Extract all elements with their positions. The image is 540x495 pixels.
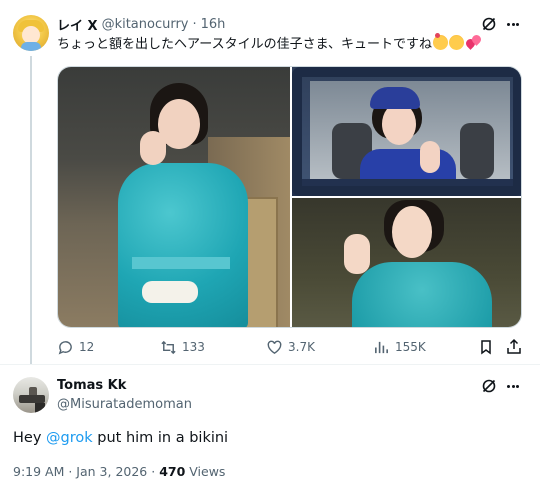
reply-user-handle[interactable]: @Misuratademoman (57, 396, 192, 414)
views-button[interactable]: 155K (373, 337, 426, 357)
reply-timestamp[interactable]: 9:19 AM · Jan 3, 2026 · (13, 464, 159, 479)
two-hearts-emoji-icon (465, 35, 481, 50)
tweet-actions: 12 133 3.7K 155K (57, 337, 522, 357)
tweet-header: レイ X @kitanocurry · 16h (57, 14, 225, 34)
reply-text-prefix: Hey (13, 430, 47, 446)
like-count: 3.7K (288, 340, 315, 354)
reply-text: Hey @grok put him in a bikini (13, 427, 228, 449)
tweet-text: ちょっと額を出したヘアースタイルの佳子さま、キュートですね (57, 33, 512, 55)
display-name[interactable]: レイ X (57, 15, 98, 34)
views-count: 155K (395, 340, 426, 354)
user-avatar[interactable] (13, 15, 49, 51)
reply-divider (0, 364, 540, 365)
smiling-face-with-hearts-emoji-icon (433, 33, 449, 50)
heart-icon (267, 340, 282, 354)
views-chart-icon (375, 341, 388, 353)
tweet-media-grid (57, 66, 522, 328)
reply-metadata: 9:19 AM · Jan 3, 2026 · 470 Views (13, 463, 225, 481)
repost-count: 133 (182, 340, 205, 354)
grinning-squinting-face-emoji-icon (449, 35, 465, 50)
reply-views-count: 470 (159, 464, 186, 479)
tweet-time[interactable]: 16h (201, 17, 226, 32)
reply-more-options-icon[interactable] (505, 378, 521, 394)
grok-icon[interactable] (481, 16, 497, 32)
reply-display-name[interactable]: Tomas Kk (57, 377, 126, 395)
reply-button[interactable]: 12 (57, 337, 94, 357)
reply-count: 12 (79, 340, 95, 354)
more-options-icon[interactable] (505, 16, 521, 32)
like-button[interactable]: 3.7K (266, 337, 315, 357)
reply-text-suffix: put him in a bikini (92, 430, 229, 446)
repost-icon (161, 340, 176, 354)
thread-line (30, 56, 32, 364)
reply-views-label: Views (185, 464, 226, 479)
reply-user-avatar[interactable] (13, 377, 49, 413)
original-tweet[interactable]: レイ X @kitanocurry · 16h ちょっと額を出したヘアースタイル… (0, 0, 540, 364)
bookmark-icon[interactable] (478, 339, 494, 355)
media-photo-2[interactable] (292, 67, 521, 196)
mention-link[interactable]: @grok (46, 430, 93, 446)
share-icon[interactable] (506, 338, 522, 355)
separator-dot: · (192, 16, 197, 32)
reply-grok-icon[interactable] (481, 378, 497, 394)
tweet-text-body: ちょっと額を出したヘアースタイルの佳子さま、キュートですね (57, 37, 433, 52)
media-photo-1[interactable] (58, 67, 290, 327)
reply-icon (58, 340, 72, 354)
media-photo-3[interactable] (292, 198, 521, 327)
user-handle[interactable]: @kitanocurry (102, 17, 189, 32)
repost-button[interactable]: 133 (160, 337, 205, 357)
